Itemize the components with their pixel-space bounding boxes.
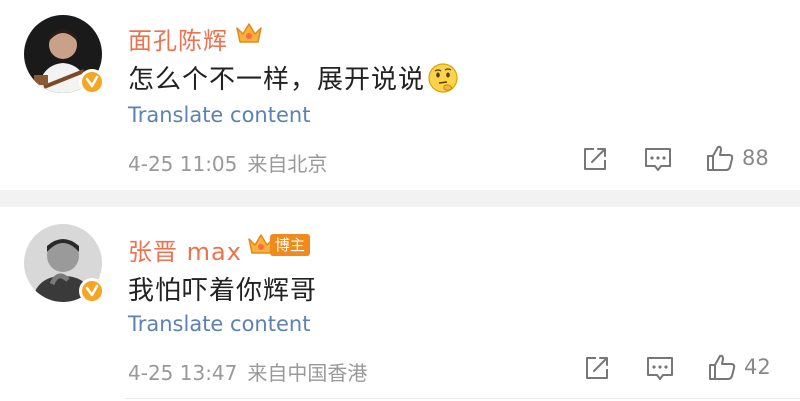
comment-button[interactable] [644,146,672,174]
share-icon [584,148,606,170]
comment-text: 我怕吓着你辉哥 [128,276,318,306]
comment-button[interactable] [646,355,674,383]
divider [125,398,800,399]
username[interactable]: 张晋 max [128,232,242,267]
comment-item: 面孔陈辉 怎么个不一样，展开说说 Translate content 4-25 … [0,0,800,190]
like-button[interactable]: 88 [706,144,769,172]
comment-meta: 4-25 11:05 来自北京 [128,148,337,177]
comment-separator [0,190,800,207]
comment-item: 张晋 max 博主 我怕吓着你辉哥 Translate content 4-25… [0,207,800,401]
thumbs-up-icon [707,145,734,171]
comment-time: 4-25 13:47 [128,361,238,385]
crown-icon [234,20,264,46]
avatar[interactable] [24,15,105,95]
thumbs-up-icon [709,354,736,380]
thinking-face-icon [427,62,459,94]
comment-meta: 4-25 13:47 来自中国香港 [128,357,377,386]
translate-link[interactable]: Translate content [128,312,310,336]
comment-text: 怎么个不一样，展开说说 [128,59,459,96]
comment-icon [647,357,673,380]
comment-text-content: 怎么个不一样，展开说说 [128,65,426,95]
comment-location: 来自中国香港 [247,361,368,385]
share-button[interactable] [581,145,609,173]
verified-badge-icon [79,278,105,304]
like-button[interactable]: 42 [708,353,771,381]
comment-location: 来自北京 [247,152,328,176]
share-button[interactable] [583,354,611,382]
translate-link[interactable]: Translate content [128,103,310,127]
comment-icon [645,148,671,171]
like-count: 88 [742,146,769,170]
username[interactable]: 面孔陈辉 [128,21,228,56]
comment-time: 4-25 11:05 [128,152,238,176]
avatar[interactable] [24,224,105,304]
share-icon [586,357,608,379]
verified-badge-icon [79,69,105,95]
like-count: 42 [744,355,771,379]
host-tag: 博主 [269,234,310,256]
